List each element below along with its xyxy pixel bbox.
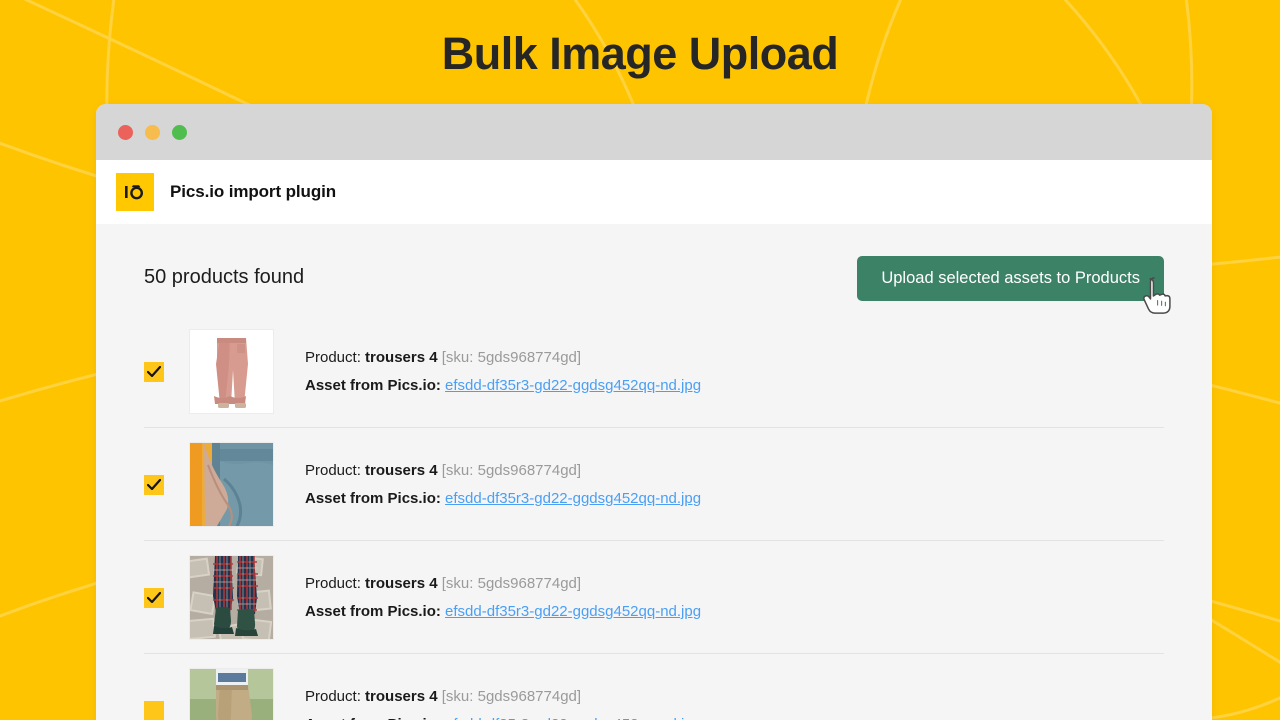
asset-checkbox[interactable] bbox=[144, 587, 164, 608]
product-name: trousers 4 bbox=[365, 462, 438, 479]
product-name: trousers 4 bbox=[365, 575, 438, 592]
asset-line: Asset from Pics.io: efsdd-df35r3-gd22-gg… bbox=[305, 603, 701, 620]
asset-filename-link[interactable]: efsdd-df35r3-gd22-ggdsg452qq-nd.jpg bbox=[445, 603, 701, 620]
plugin-header: Pics.io import plugin bbox=[96, 160, 1212, 224]
asset-label: Asset from Pics.io: bbox=[305, 377, 441, 394]
maximize-button[interactable] bbox=[172, 124, 187, 140]
pics-io-camera-icon bbox=[116, 173, 154, 211]
page-title: Bulk Image Upload bbox=[441, 28, 839, 79]
asset-label: Asset from Pics.io: bbox=[305, 716, 441, 720]
list-item[interactable]: Product: trousers 4 [sku: 5gds968774gd] … bbox=[144, 428, 1164, 541]
asset-thumbnail[interactable] bbox=[189, 668, 274, 720]
asset-list: Product: trousers 4 [sku: 5gds968774gd] … bbox=[144, 315, 1164, 720]
close-button[interactable] bbox=[118, 124, 133, 140]
product-name: trousers 4 bbox=[365, 688, 438, 705]
products-found-label: 50 products found bbox=[144, 266, 305, 288]
plugin-content: 50 products found Upload selected assets… bbox=[96, 224, 1212, 720]
product-sku: [sku: 5gds968774gd] bbox=[441, 349, 582, 366]
asset-checkbox[interactable] bbox=[144, 361, 164, 382]
asset-thumbnail[interactable] bbox=[189, 329, 274, 414]
product-label: Product: bbox=[305, 688, 361, 705]
product-sku: [sku: 5gds968774gd] bbox=[441, 575, 582, 592]
list-item[interactable]: Product: trousers 4 [sku: 5gds968774gd] … bbox=[144, 654, 1164, 720]
asset-line: Asset from Pics.io: efsdd-df35r3-gd22-gg… bbox=[305, 490, 701, 507]
product-line: Product: trousers 4 [sku: 5gds968774gd] bbox=[305, 575, 701, 592]
product-label: Product: bbox=[305, 349, 361, 366]
asset-info: Product: trousers 4 [sku: 5gds968774gd] … bbox=[305, 462, 701, 507]
window-titlebar bbox=[96, 104, 1212, 160]
product-line: Product: trousers 4 [sku: 5gds968774gd] bbox=[305, 462, 701, 479]
asset-label: Asset from Pics.io: bbox=[305, 490, 441, 507]
asset-thumbnail[interactable] bbox=[189, 555, 274, 640]
asset-line: Asset from Pics.io: efsdd-df35r3-gd22-gg… bbox=[305, 716, 701, 720]
asset-filename-link[interactable]: efsdd-df35r3-gd22-ggdsg452qq-nd.jpg bbox=[445, 377, 701, 394]
product-sku: [sku: 5gds968774gd] bbox=[441, 688, 582, 705]
browser-window: Pics.io import plugin 50 products found … bbox=[96, 104, 1212, 720]
asset-line: Asset from Pics.io: efsdd-df35r3-gd22-gg… bbox=[305, 377, 701, 394]
asset-thumbnail[interactable] bbox=[189, 442, 274, 527]
asset-label: Asset from Pics.io: bbox=[305, 603, 441, 620]
asset-info: Product: trousers 4 [sku: 5gds968774gd] … bbox=[305, 575, 701, 620]
plugin-title: Pics.io import plugin bbox=[170, 182, 337, 201]
list-item[interactable]: Product: trousers 4 [sku: 5gds968774gd] … bbox=[144, 315, 1164, 428]
product-line: Product: trousers 4 [sku: 5gds968774gd] bbox=[305, 349, 701, 366]
asset-info: Product: trousers 4 [sku: 5gds968774gd] … bbox=[305, 349, 701, 394]
product-name: trousers 4 bbox=[365, 349, 438, 366]
asset-checkbox[interactable] bbox=[144, 700, 164, 720]
upload-selected-assets-button[interactable]: Upload selected assets to Products bbox=[857, 256, 1164, 301]
product-sku: [sku: 5gds968774gd] bbox=[441, 462, 582, 479]
product-label: Product: bbox=[305, 575, 361, 592]
list-item[interactable]: Product: trousers 4 [sku: 5gds968774gd] … bbox=[144, 541, 1164, 654]
asset-checkbox[interactable] bbox=[144, 474, 164, 495]
asset-info: Product: trousers 4 [sku: 5gds968774gd] … bbox=[305, 688, 701, 720]
asset-filename-link[interactable]: efsdd-df35r3-gd22-ggdsg452qq-nd.jpg bbox=[445, 490, 701, 507]
product-line: Product: trousers 4 [sku: 5gds968774gd] bbox=[305, 688, 701, 705]
minimize-button[interactable] bbox=[145, 124, 160, 140]
asset-filename-link[interactable]: efsdd-df35r3-gd22-ggdsg452qq-nd.jpg bbox=[445, 716, 701, 720]
product-label: Product: bbox=[305, 462, 361, 479]
content-toolbar: 50 products found Upload selected assets… bbox=[144, 224, 1164, 301]
